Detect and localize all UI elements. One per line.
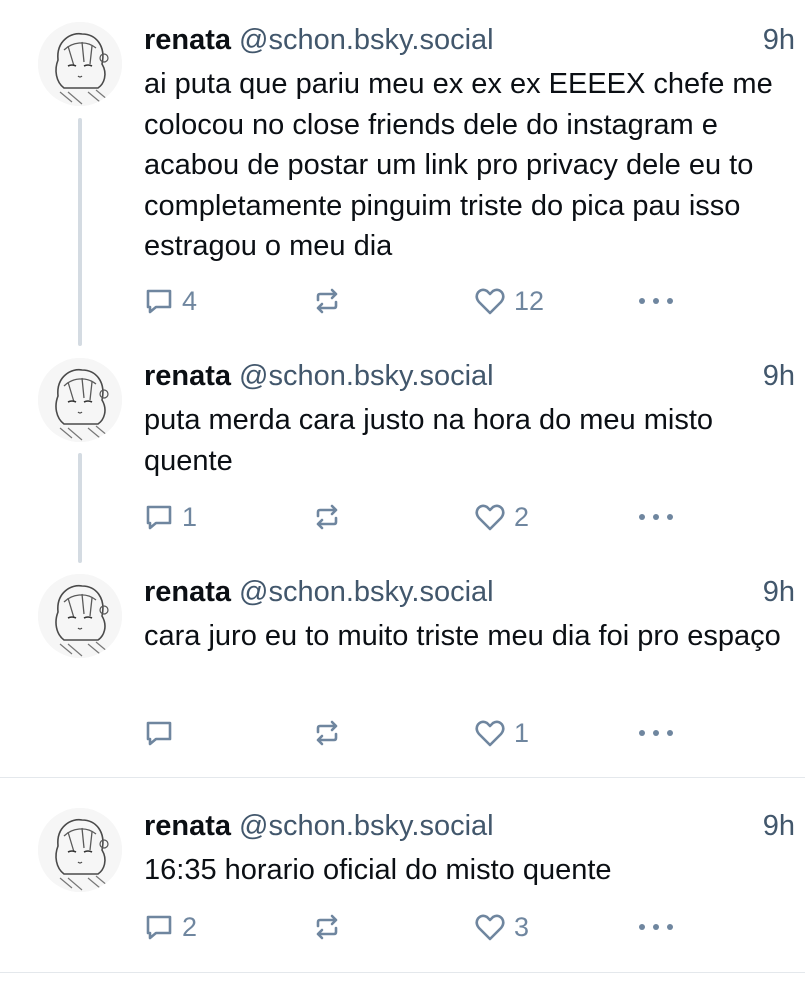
ellipsis-icon xyxy=(639,298,673,304)
reply-button[interactable]: 4 xyxy=(144,284,197,318)
reply-count: 2 xyxy=(182,911,198,942)
reply-button[interactable]: 1 xyxy=(144,500,197,534)
like-count: 2 xyxy=(514,501,530,532)
repost-button[interactable] xyxy=(312,910,350,944)
like-count: 1 xyxy=(514,717,530,748)
author-handle[interactable]: @schon.bsky.social xyxy=(239,24,494,56)
repost-arrows-icon xyxy=(316,720,338,746)
author-name[interactable]: renata xyxy=(144,576,231,608)
post-header: renata @schon.bsky.social 9h xyxy=(144,358,795,394)
heart-icon xyxy=(475,720,505,747)
post-header: renata @schon.bsky.social 9h xyxy=(144,574,795,610)
repost-button[interactable] xyxy=(312,284,350,318)
like-button[interactable]: 3 xyxy=(474,910,529,944)
reply-button[interactable]: 2 xyxy=(144,910,197,944)
like-count: 12 xyxy=(514,285,545,316)
author-name[interactable]: renata xyxy=(144,360,231,392)
ellipsis-icon xyxy=(639,730,673,736)
divider xyxy=(0,777,805,778)
post-text: 16:35 horario oficial do misto quente xyxy=(144,854,612,886)
post-actions: 4 12 xyxy=(144,284,704,318)
author-handle[interactable]: @schon.bsky.social xyxy=(239,360,494,392)
repost-arrows-icon xyxy=(316,914,338,940)
post-text: cara juro eu to muito triste meu dia foi… xyxy=(144,620,781,652)
speech-bubble-icon xyxy=(146,721,172,746)
like-button[interactable]: 2 xyxy=(474,500,529,534)
repost-button[interactable] xyxy=(312,716,350,750)
author-handle[interactable]: @schon.bsky.social xyxy=(239,576,494,608)
repost-arrows-icon xyxy=(316,288,338,314)
heart-icon xyxy=(475,288,505,315)
heart-icon xyxy=(475,914,505,941)
post-time[interactable]: 9h xyxy=(763,808,795,844)
more-options-button[interactable] xyxy=(636,500,676,534)
post-header: renata @schon.bsky.social 9h xyxy=(144,22,795,58)
author-name[interactable]: renata xyxy=(144,810,231,842)
post-text: puta merda cara justo na hora do meu mis… xyxy=(144,404,714,477)
post-time[interactable]: 9h xyxy=(763,358,795,394)
post-time[interactable]: 9h xyxy=(763,574,795,610)
divider xyxy=(0,972,805,973)
post-time[interactable]: 9h xyxy=(763,22,795,58)
reply-count: 4 xyxy=(182,285,198,316)
reply-count: 1 xyxy=(182,501,198,532)
post[interactable]: renata @schon.bsky.social 9h ai puta que … xyxy=(0,0,805,350)
avatar[interactable] xyxy=(38,22,122,106)
avatar[interactable] xyxy=(38,358,122,442)
like-button[interactable]: 1 xyxy=(474,716,529,750)
author-handle[interactable]: @schon.bsky.social xyxy=(239,810,494,842)
speech-bubble-icon xyxy=(146,915,172,940)
post-actions: 1 xyxy=(144,716,704,750)
like-button[interactable]: 12 xyxy=(474,284,544,318)
like-count: 3 xyxy=(514,911,530,942)
repost-button[interactable] xyxy=(312,500,350,534)
post-header: renata @schon.bsky.social 9h xyxy=(144,808,795,844)
post-actions: 1 2 xyxy=(144,500,704,534)
reply-button[interactable] xyxy=(144,716,182,750)
avatar[interactable] xyxy=(38,574,122,658)
author-name[interactable]: renata xyxy=(144,24,231,56)
avatar[interactable] xyxy=(38,808,122,892)
post-text: ai puta que pariu meu ex ex ex EEEEX che… xyxy=(144,68,773,262)
thread-line xyxy=(78,453,82,563)
repost-arrows-icon xyxy=(316,504,338,530)
post-actions: 2 3 xyxy=(144,910,704,944)
ellipsis-icon xyxy=(639,924,673,930)
speech-bubble-icon xyxy=(146,289,172,314)
more-options-button[interactable] xyxy=(636,284,676,318)
ellipsis-icon xyxy=(639,514,673,520)
more-options-button[interactable] xyxy=(636,910,676,944)
heart-icon xyxy=(475,504,505,531)
more-options-button[interactable] xyxy=(636,716,676,750)
speech-bubble-icon xyxy=(146,505,172,530)
